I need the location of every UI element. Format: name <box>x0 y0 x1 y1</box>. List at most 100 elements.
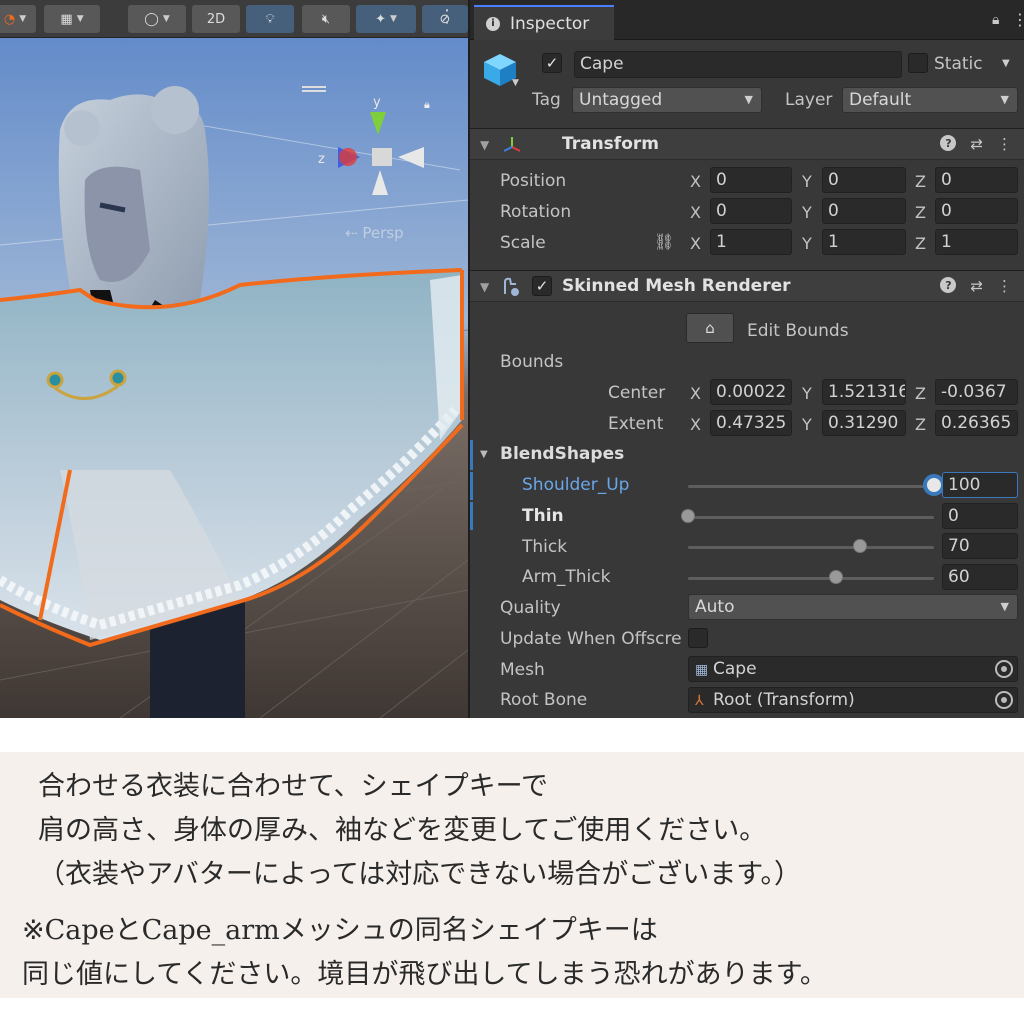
blendshape-name: Shoulder_Up <box>522 475 630 495</box>
axis-z-label[interactable]: Z <box>915 384 926 403</box>
effects-dropdown[interactable]: ✦ ▼ <box>356 5 416 33</box>
scene-viewport[interactable]: y z <box>0 0 468 718</box>
rotation-y-input[interactable]: 0 <box>822 198 906 224</box>
tag-dropdown[interactable]: Untagged ▼ <box>572 87 762 113</box>
scale-x-input[interactable]: 1 <box>710 229 792 255</box>
scene-view[interactable]: y z 🔒︎ ⇠ Persp ◔ ▼ ▦ ▼ ◯ ▼ 2D 💡︎ 🔇︎ ✦ ▼ ⊘ ⋮ <box>0 0 468 718</box>
static-checkbox[interactable] <box>908 53 928 73</box>
position-z-input[interactable]: 0 <box>935 167 1018 193</box>
link-constrain-icon[interactable]: ⛓︎ <box>654 232 674 251</box>
kebab-menu-icon[interactable]: ⋮ <box>997 135 1012 153</box>
blendshapes-label[interactable]: BlendShapes <box>500 444 624 464</box>
blendshape-slider-track[interactable] <box>688 577 934 580</box>
kebab-menu-icon[interactable]: ⋮ <box>997 277 1012 295</box>
chevron-down-icon: ▼ <box>1000 600 1009 613</box>
position-z-value: 0 <box>941 170 952 190</box>
blendshape-value-input[interactable]: 0 <box>942 503 1018 529</box>
axis-y-label[interactable]: Y <box>802 234 812 253</box>
center-y-input[interactable]: 1.521316 <box>822 379 906 405</box>
blendshape-slider-thumb[interactable] <box>828 570 843 584</box>
edit-bounds-button[interactable]: ⌂ <box>686 313 734 343</box>
mode-2d-button[interactable]: 2D <box>192 5 240 33</box>
position-y-input[interactable]: 0 <box>822 167 906 193</box>
skinned-mesh-icon <box>504 277 519 296</box>
effects-icon: ✦ <box>375 11 386 27</box>
help-icon[interactable]: ? <box>940 277 957 293</box>
preset-sliders-icon[interactable]: ⇄ <box>970 135 983 153</box>
object-picker-icon[interactable] <box>995 660 1013 678</box>
foldout-arrow-icon[interactable]: ▼ <box>480 280 489 294</box>
kebab-menu-icon[interactable]: ⋮ <box>1012 10 1024 29</box>
lock-icon[interactable]: 🔒︎ <box>424 98 436 111</box>
audio-toggle[interactable]: 🔇︎ <box>302 5 350 33</box>
extent-z-input[interactable]: 0.26365 <box>935 410 1018 436</box>
center-x-input[interactable]: 0.00022 <box>710 379 792 405</box>
position-x-value: 0 <box>716 170 727 190</box>
chevron-down-icon: ▼ <box>389 14 397 24</box>
active-checkbox[interactable]: ✓ <box>542 53 562 73</box>
axis-y-label[interactable]: Y <box>802 384 812 403</box>
scale-label: Scale <box>500 233 546 253</box>
tab-inspector[interactable]: i Inspector <box>474 5 614 40</box>
axis-y-label[interactable]: Y <box>802 415 812 434</box>
root-bone-object-field[interactable]: ⅄ Root (Transform) <box>688 687 1018 713</box>
center-z-input[interactable]: -0.0367 <box>935 379 1018 405</box>
rotation-x-input[interactable]: 0 <box>710 198 792 224</box>
axis-z-label[interactable]: Z <box>915 234 926 253</box>
help-icon[interactable]: ? <box>940 135 957 151</box>
grid-toggle-dropdown[interactable]: ▦ ▼ <box>44 5 100 33</box>
quality-dropdown[interactable]: Auto ▼ <box>688 594 1018 620</box>
transform-header[interactable]: ▼ Transform ? ⇄ ⋮ <box>470 128 1024 160</box>
center-z-value: -0.0367 <box>941 382 1007 402</box>
scale-z-input[interactable]: 1 <box>935 229 1018 255</box>
axis-z-label[interactable]: Z <box>915 172 926 191</box>
smr-enabled-checkbox[interactable]: ✓ <box>532 276 552 296</box>
chevron-down-icon[interactable]: ▼ <box>512 78 519 88</box>
object-name-text: Cape <box>580 54 624 74</box>
foldout-arrow-icon[interactable]: ▼ <box>480 449 488 460</box>
scale-y-input[interactable]: 1 <box>822 229 906 255</box>
rotation-label: Rotation <box>500 202 572 222</box>
mesh-object-field[interactable]: ▦ Cape <box>688 656 1018 682</box>
position-x-input[interactable]: 0 <box>710 167 792 193</box>
layer-dropdown[interactable]: Default ▼ <box>842 87 1018 113</box>
persp-label[interactable]: ⇠ Persp <box>345 224 404 242</box>
blendshape-slider-thumb[interactable] <box>681 509 695 523</box>
draw-mode-dropdown[interactable]: ◔ ▼ <box>0 5 36 33</box>
blendshape-slider-track[interactable] <box>688 485 934 488</box>
blendshape-value-input[interactable]: 100 <box>942 472 1018 498</box>
blendshape-slider-thumb[interactable] <box>853 539 868 553</box>
rotation-z-input[interactable]: 0 <box>935 198 1018 224</box>
quality-label: Quality <box>500 598 561 618</box>
update-offscreen-checkbox[interactable] <box>688 628 708 648</box>
scene-kebab-menu-icon[interactable]: ⋮ <box>438 8 456 26</box>
axis-x-label[interactable]: X <box>690 415 701 434</box>
blendshape-value-input[interactable]: 70 <box>942 533 1018 559</box>
skinned-mesh-renderer-header[interactable]: ▼ ✓ Skinned Mesh Renderer ? ⇄ ⋮ <box>470 270 1024 302</box>
axis-y-label[interactable]: Y <box>802 172 812 191</box>
axis-z-label[interactable]: Z <box>915 203 926 222</box>
axis-z-label[interactable]: Z <box>915 415 926 434</box>
shading-dropdown[interactable]: ◯ ▼ <box>128 5 186 33</box>
lock-icon[interactable]: 🔒︎ <box>992 12 999 28</box>
blendshape-name: Thick <box>522 537 568 557</box>
blendshape-value-input[interactable]: 60 <box>942 564 1018 590</box>
blendshape-slider-track[interactable] <box>688 516 934 519</box>
axis-y-label[interactable]: Y <box>802 203 812 222</box>
lighting-toggle[interactable]: 💡︎ <box>246 5 294 33</box>
axis-x-label[interactable]: X <box>690 234 701 253</box>
foldout-arrow-icon[interactable]: ▼ <box>480 138 489 152</box>
axis-x-label[interactable]: X <box>690 384 701 403</box>
axis-x-label[interactable]: X <box>690 203 701 222</box>
axis-x-label[interactable]: X <box>690 172 701 191</box>
extent-x-input[interactable]: 0.47325 <box>710 410 792 436</box>
object-picker-icon[interactable] <box>995 691 1013 709</box>
preset-sliders-icon[interactable]: ⇄ <box>970 277 983 295</box>
rotation-x-value: 0 <box>716 201 727 221</box>
extent-y-input[interactable]: 0.31290 <box>822 410 906 436</box>
gizmo-drag-handle[interactable] <box>302 86 326 92</box>
chevron-down-icon[interactable]: ▼ <box>1002 58 1010 69</box>
blendshape-slider-track[interactable] <box>688 546 934 549</box>
object-name-input[interactable]: Cape <box>574 51 902 78</box>
transform-axes-icon: ⅄ <box>695 693 704 709</box>
